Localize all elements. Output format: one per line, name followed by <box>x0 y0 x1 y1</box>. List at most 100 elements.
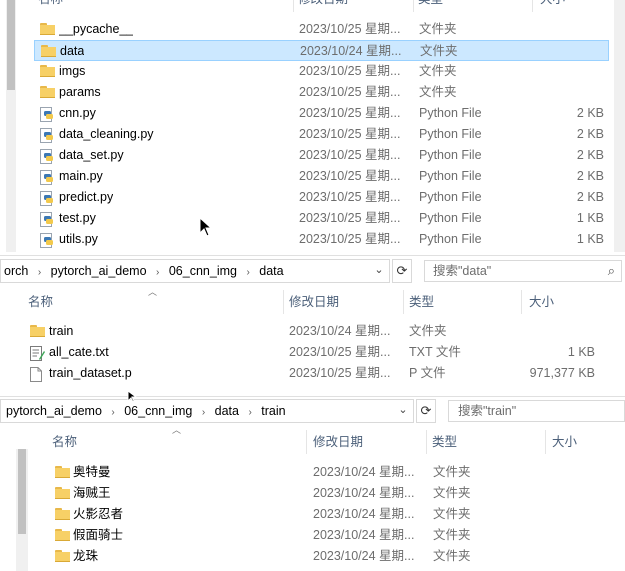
column-header-name[interactable]: 名称 <box>28 290 53 314</box>
column-divider <box>413 0 414 12</box>
file-row[interactable]: data_set.py 2023/10/25 星期... Python File 2 … <box>34 145 609 166</box>
file-row[interactable]: predict.py 2023/10/25 星期... Python File 2 K… <box>34 187 609 208</box>
explorer-window-2: orch › pytorch_ai_demo › 06_cnn_img › da… <box>0 255 625 396</box>
file-row[interactable]: data_cleaning.py 2023/10/25 星期... Python F… <box>34 124 609 145</box>
modified-date: 2023/10/25 星期... <box>289 366 391 380</box>
folder-row[interactable]: 海贼王 2023/10/24 星期... 文件夹 <box>48 483 625 504</box>
search-input[interactable]: 搜索"train" <box>448 400 625 422</box>
file-row[interactable]: utils.py 2023/10/25 星期... Python File 1 KB <box>34 229 609 250</box>
folder-icon <box>30 325 45 337</box>
file-type: Python File <box>419 127 482 141</box>
file-type: 文件夹 <box>419 22 457 36</box>
chevron-right-icon[interactable]: › <box>246 267 249 278</box>
file-type: 文件夹 <box>433 549 471 563</box>
folder-row[interactable]: data 2023/10/24 星期... 文件夹 <box>34 40 609 61</box>
modified-date: 2023/10/25 星期... <box>299 127 401 141</box>
file-size: 1 KB <box>576 232 604 246</box>
address-dropdown-button[interactable]: ⌄ <box>396 403 410 419</box>
file-row[interactable]: cnn.py 2023/10/25 星期... Python File 2 KB <box>34 103 609 124</box>
file-size: 2 KB <box>576 127 604 141</box>
breadcrumb-item[interactable]: orch <box>4 264 28 278</box>
breadcrumb-item[interactable]: train <box>261 404 285 418</box>
folder-icon <box>40 65 55 77</box>
file-size: 2 KB <box>576 169 604 183</box>
file-name: data_cleaning.py <box>59 127 154 141</box>
column-header-name[interactable]: 名称 <box>38 0 63 11</box>
column-header-size[interactable]: 大小 <box>529 290 554 314</box>
file-name: utils.py <box>59 232 98 246</box>
folder-row[interactable]: params 2023/10/25 星期... 文件夹 <box>34 82 609 103</box>
chevron-right-icon[interactable]: › <box>156 267 159 278</box>
file-type: 文件夹 <box>433 465 471 479</box>
modified-date: 2023/10/25 星期... <box>299 211 401 225</box>
breadcrumb-item[interactable]: 06_cnn_img <box>169 264 237 278</box>
sort-arrow-icon: ︿ <box>148 287 158 297</box>
scrollbar-thumb[interactable] <box>18 449 26 534</box>
folder-row[interactable]: 火影忍者 2023/10/24 星期... 文件夹 <box>48 504 625 525</box>
modified-date: 2023/10/24 星期... <box>313 507 415 521</box>
mouse-cursor-icon <box>199 217 213 237</box>
file-row[interactable]: test.py 2023/10/25 星期... Python File 1 KB <box>34 208 609 229</box>
file-name: 龙珠 <box>73 549 99 563</box>
modified-date: 2023/10/25 星期... <box>299 22 401 36</box>
folder-row[interactable]: imgs 2023/10/25 星期... 文件夹 <box>34 61 609 82</box>
column-divider <box>521 290 522 314</box>
search-input[interactable]: 搜索"data" ⌕ <box>424 260 622 282</box>
column-header-size[interactable]: 大小 <box>552 430 577 454</box>
file-name: test.py <box>59 211 96 225</box>
column-header-type[interactable]: 类型 <box>432 430 457 454</box>
column-header-date[interactable]: 修改日期 <box>289 290 339 314</box>
folder-icon <box>40 23 55 35</box>
search-icon[interactable]: ⌕ <box>608 261 615 281</box>
folder-icon <box>55 550 70 562</box>
folder-icon <box>55 529 70 541</box>
chevron-right-icon[interactable]: › <box>202 407 205 418</box>
file-type: Python File <box>419 190 482 204</box>
column-divider <box>426 430 427 454</box>
file-type: 文件夹 <box>409 324 447 338</box>
chevron-right-icon[interactable]: › <box>38 267 41 278</box>
column-header-type[interactable]: 类型 <box>418 0 443 11</box>
folder-row[interactable]: __pycache__ 2023/10/25 星期... 文件夹 <box>34 19 609 40</box>
address-dropdown-button[interactable]: ⌄ <box>372 263 386 279</box>
vertical-scrollbar-right[interactable] <box>614 0 625 252</box>
file-type: 文件夹 <box>433 486 471 500</box>
breadcrumb-item[interactable]: pytorch_ai_demo <box>6 404 102 418</box>
refresh-button[interactable]: ⟳ <box>416 399 436 423</box>
breadcrumb-item[interactable]: 06_cnn_img <box>124 404 192 418</box>
breadcrumb-item[interactable]: pytorch_ai_demo <box>51 264 147 278</box>
column-divider <box>532 0 533 12</box>
mouse-cursor-icon <box>127 390 137 402</box>
file-row[interactable]: main.py 2023/10/25 星期... Python File 2 KB <box>34 166 609 187</box>
modified-date: 2023/10/25 星期... <box>299 190 401 204</box>
file-name: data_set.py <box>59 148 124 162</box>
column-header-name[interactable]: 名称 <box>52 430 77 454</box>
folder-row[interactable]: 奥特曼 2023/10/24 星期... 文件夹 <box>48 462 625 483</box>
file-name: train <box>49 324 74 338</box>
modified-date: 2023/10/25 星期... <box>299 169 401 183</box>
chevron-right-icon[interactable]: › <box>248 407 251 418</box>
column-divider <box>545 430 546 454</box>
column-header-date[interactable]: 修改日期 <box>313 430 363 454</box>
breadcrumb-item[interactable]: data <box>215 404 239 418</box>
column-header-type[interactable]: 类型 <box>409 290 434 314</box>
column-header-date[interactable]: 修改日期 <box>298 0 348 11</box>
vertical-scrollbar[interactable] <box>6 0 16 252</box>
folder-row[interactable]: 假面骑士 2023/10/24 星期... 文件夹 <box>48 525 625 546</box>
file-type: 文件夹 <box>433 528 471 542</box>
file-row[interactable]: all_cate.txt 2023/10/25 星期... TXT 文件 1 KB <box>24 342 604 363</box>
file-row[interactable]: train_dataset.p 2023/10/25 星期... P 文件 971,3… <box>24 363 604 384</box>
column-divider <box>283 290 284 314</box>
vertical-scrollbar[interactable] <box>16 449 28 571</box>
file-type: Python File <box>419 232 482 246</box>
folder-row[interactable]: 龙珠 2023/10/24 星期... 文件夹 <box>48 546 625 567</box>
column-header-size[interactable]: 大小 <box>540 0 565 11</box>
folder-row[interactable]: train 2023/10/24 星期... 文件夹 <box>24 321 604 342</box>
modified-date: 2023/10/24 星期... <box>300 44 402 58</box>
breadcrumb: pytorch_ai_demo › 06_cnn_img › data › tr… <box>6 399 286 423</box>
breadcrumb-item[interactable]: data <box>259 264 283 278</box>
scrollbar-thumb[interactable] <box>7 0 15 90</box>
file-size: 1 KB <box>567 345 595 359</box>
chevron-right-icon[interactable]: › <box>111 407 114 418</box>
refresh-button[interactable]: ⟳ <box>392 259 412 283</box>
